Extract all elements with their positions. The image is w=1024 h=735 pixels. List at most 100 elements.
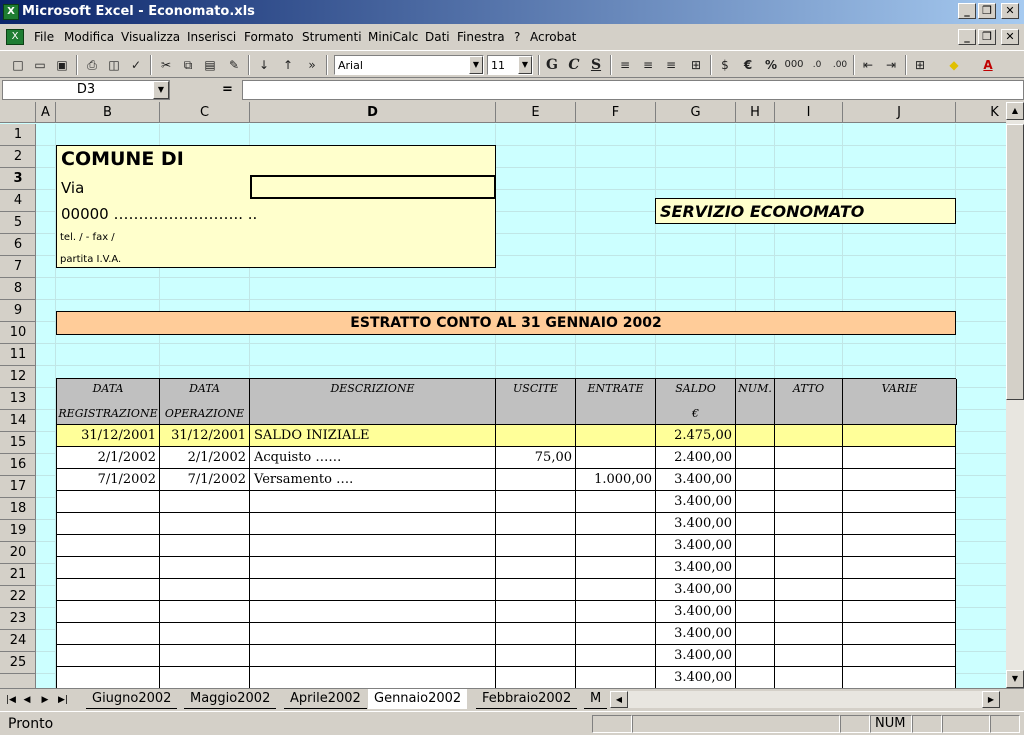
menu-dati[interactable]: Dati [425, 30, 450, 44]
currency-icon[interactable]: $ [715, 55, 735, 75]
menu-minicalc[interactable]: MiniCalc [368, 30, 418, 44]
table-cell-saldo[interactable]: 3.400,00 [674, 626, 732, 641]
row-header-18[interactable]: 18 [0, 498, 36, 520]
row-header-7[interactable]: 7 [0, 256, 36, 278]
scroll-left-icon[interactable]: ◀ [610, 691, 628, 708]
col-header-j[interactable]: J [843, 102, 956, 123]
sheet-tab-giugno2002[interactable]: Giugno2002 [86, 689, 178, 709]
row-header-8[interactable]: 8 [0, 278, 36, 300]
table-cell-saldo[interactable]: 2.475,00 [674, 428, 732, 443]
row-header-5[interactable]: 5 [0, 212, 36, 234]
close-button[interactable]: ✕ [1001, 3, 1019, 19]
menu-help[interactable]: ? [514, 30, 520, 44]
print-preview-icon[interactable]: ◫ [104, 55, 124, 75]
sheet-tab-gennaio2002[interactable]: Gennaio2002 [368, 689, 468, 709]
copy-icon[interactable]: ⧉ [178, 55, 198, 75]
scroll-up-icon[interactable]: ▲ [1006, 102, 1024, 120]
underline-button[interactable]: S [586, 55, 606, 75]
table-cell-reg[interactable]: 31/12/2001 [81, 428, 156, 443]
table-cell-saldo[interactable]: 2.400,00 [674, 450, 732, 465]
col-header-g[interactable]: G [656, 102, 736, 123]
doc-close-button[interactable]: ✕ [1001, 29, 1019, 45]
euro-button[interactable]: € [738, 55, 758, 75]
worksheet[interactable]: A B C D E F G H I J K 1 2 3 4 5 6 7 8 9 10 11 12 13 1… [0, 102, 1006, 688]
menu-inserisci[interactable]: Inserisci [187, 30, 236, 44]
scroll-thumb[interactable] [1006, 124, 1024, 400]
open-icon[interactable]: ▭ [30, 55, 50, 75]
borders-icon[interactable]: ⊞ [910, 55, 930, 75]
row-header-11[interactable]: 11 [0, 344, 36, 366]
font-color-icon[interactable]: A [978, 55, 998, 75]
italic-button[interactable]: C [564, 55, 584, 75]
row-header-25[interactable]: 25 [0, 652, 36, 674]
row-header-1[interactable]: 1 [0, 124, 36, 146]
scroll-down-icon[interactable]: ▼ [1006, 670, 1024, 688]
row-header-4[interactable]: 4 [0, 190, 36, 212]
row-header-20[interactable]: 20 [0, 542, 36, 564]
vertical-scrollbar[interactable]: ▲ ▼ [1006, 102, 1024, 688]
doc-restore-button[interactable]: ❐ [978, 29, 996, 45]
increase-decimal-icon[interactable]: .0 [807, 55, 827, 75]
table-cell-saldo[interactable]: 3.400,00 [674, 560, 732, 575]
row-header-10[interactable]: 10 [0, 322, 36, 344]
sort-descending-icon[interactable]: ↑ [278, 55, 298, 75]
decrease-indent-icon[interactable]: ⇤ [858, 55, 878, 75]
menu-strumenti[interactable]: Strumenti [302, 30, 362, 44]
cut-icon[interactable]: ✂ [156, 55, 176, 75]
sheet-tab-aprile2002[interactable]: Aprile2002 [284, 689, 367, 709]
table-cell-desc[interactable]: Acquisto …… [254, 450, 341, 465]
active-cell-d3[interactable] [250, 175, 496, 199]
row-header-6[interactable]: 6 [0, 234, 36, 256]
col-header-k[interactable]: K [956, 102, 1006, 123]
name-box[interactable]: D3 ▼ [2, 80, 170, 100]
doc-minimize-button[interactable]: _ [958, 29, 976, 45]
new-icon[interactable]: □ [8, 55, 28, 75]
table-cell-saldo[interactable]: 3.400,00 [674, 670, 732, 685]
percent-button[interactable]: % [761, 55, 781, 75]
next-sheet-icon[interactable]: ▶ [38, 692, 52, 708]
table-cell-entrate[interactable]: 1.000,00 [594, 472, 652, 487]
menu-modifica[interactable]: Modifica [64, 30, 114, 44]
table-cell-saldo[interactable]: 3.400,00 [674, 582, 732, 597]
formula-input[interactable] [242, 80, 1024, 100]
row-header-13[interactable]: 13 [0, 388, 36, 410]
table-cell-op[interactable]: 2/1/2002 [188, 450, 246, 465]
scroll-right-icon[interactable]: ▶ [982, 691, 1000, 708]
merge-center-icon[interactable]: ⊞ [686, 55, 706, 75]
fill-color-icon[interactable]: ◆ [944, 55, 964, 75]
table-cell-saldo[interactable]: 3.400,00 [674, 648, 732, 663]
row-header-3[interactable]: 3 [0, 168, 36, 190]
row-header-17[interactable]: 17 [0, 476, 36, 498]
first-sheet-icon[interactable]: |◀ [4, 692, 18, 708]
row-header-24[interactable]: 24 [0, 630, 36, 652]
menu-visualizza[interactable]: Visualizza [121, 30, 180, 44]
row-header-15[interactable]: 15 [0, 432, 36, 454]
table-cell-desc[interactable]: Versamento …. [254, 472, 353, 487]
table-cell-op[interactable]: 31/12/2001 [171, 428, 246, 443]
spelling-icon[interactable]: ✓ [126, 55, 146, 75]
col-header-e[interactable]: E [496, 102, 576, 123]
workbook-icon[interactable]: X [6, 29, 24, 45]
table-cell-saldo[interactable]: 3.400,00 [674, 604, 732, 619]
align-center-icon[interactable]: ≡ [638, 55, 658, 75]
table-cell-reg[interactable]: 2/1/2002 [98, 450, 156, 465]
font-size-select[interactable]: 11 ▼ [487, 55, 533, 75]
minimize-button[interactable]: _ [958, 3, 976, 19]
align-left-icon[interactable]: ≡ [615, 55, 635, 75]
bold-button[interactable]: G [542, 55, 562, 75]
last-sheet-icon[interactable]: ▶| [56, 692, 70, 708]
col-header-d[interactable]: D [250, 102, 496, 123]
row-header-22[interactable]: 22 [0, 586, 36, 608]
save-icon[interactable]: ▣ [52, 55, 72, 75]
select-all-corner[interactable] [0, 102, 36, 123]
table-cell-op[interactable]: 7/1/2002 [188, 472, 246, 487]
row-header-21[interactable]: 21 [0, 564, 36, 586]
toolbar-overflow-icon[interactable]: » [306, 55, 318, 75]
col-header-i[interactable]: I [775, 102, 843, 123]
menu-formato[interactable]: Formato [244, 30, 294, 44]
row-header-23[interactable]: 23 [0, 608, 36, 630]
col-header-b[interactable]: B [56, 102, 160, 123]
row-header-2[interactable]: 2 [0, 146, 36, 168]
decrease-decimal-icon[interactable]: .00 [830, 55, 850, 75]
col-header-h[interactable]: H [736, 102, 775, 123]
